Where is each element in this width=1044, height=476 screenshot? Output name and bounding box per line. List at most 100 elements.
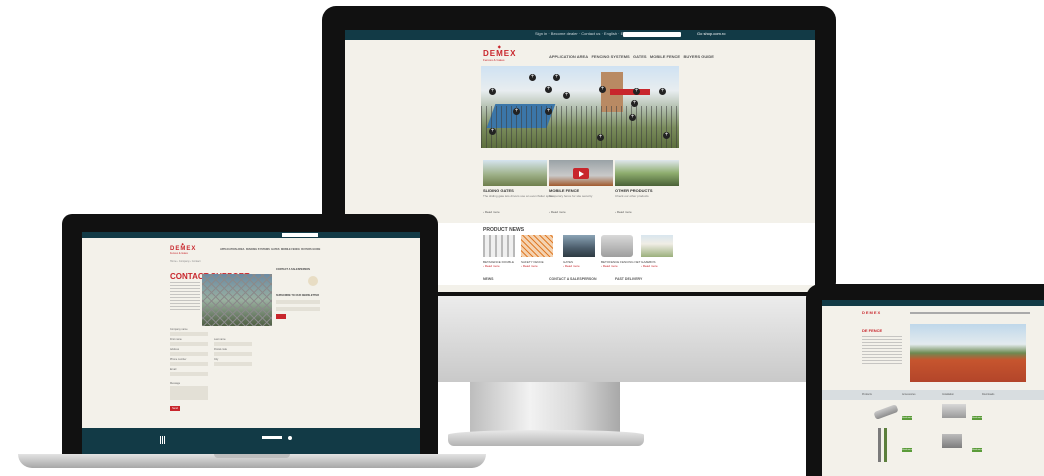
nav-item[interactable]: GATES — [633, 54, 646, 59]
nav-item[interactable]: APPLICATION AREA — [549, 54, 588, 59]
hotspot-plus-icon[interactable]: + — [529, 74, 536, 81]
address-input[interactable] — [170, 352, 208, 356]
tab-products[interactable]: Products — [862, 393, 872, 396]
message-textarea[interactable] — [170, 386, 208, 400]
product-thumb[interactable] — [521, 235, 553, 257]
form-label: Message — [170, 382, 181, 385]
hotspot-plus-icon[interactable]: + — [489, 88, 496, 95]
hotspot-plus-icon[interactable]: + — [663, 132, 670, 139]
imac-foot — [448, 430, 644, 446]
nav-item[interactable]: BUYERS GUIDE — [301, 248, 320, 251]
nav-item[interactable]: GATES — [271, 248, 279, 251]
hotspot-plus-icon[interactable]: + — [599, 86, 606, 93]
promo-title[interactable]: MOBILE FENCE — [549, 188, 579, 193]
search-input[interactable] — [623, 32, 681, 37]
hotspot-plus-icon[interactable]: + — [633, 88, 640, 95]
read-more-button[interactable]: Read more — [972, 416, 982, 420]
promo-title[interactable]: SLIDING GATES — [483, 188, 514, 193]
product-thumb[interactable] — [884, 428, 887, 462]
first-name-input[interactable] — [170, 342, 208, 346]
hero-text-block — [862, 336, 902, 364]
shop-link[interactable]: Go shop.com.ro — [697, 31, 725, 36]
read-more-link[interactable]: › Read more — [615, 210, 632, 214]
hero-image: + + + + + + + + + + + + + + + — [481, 66, 679, 148]
hotspot-plus-icon[interactable]: + — [629, 114, 636, 121]
product-thumb[interactable] — [942, 434, 962, 448]
top-utility-bar: Sign in · Become dealer · Contact us · E… — [345, 30, 815, 40]
footer-search-input[interactable] — [262, 436, 282, 439]
search-input[interactable] — [282, 233, 318, 237]
tab-installation[interactable]: Installation — [942, 393, 954, 396]
promo-image[interactable] — [615, 160, 679, 186]
nav-item[interactable]: FENCING SYSTEMS — [246, 248, 270, 251]
hotspot-plus-icon[interactable]: + — [659, 88, 666, 95]
site-logo[interactable]: ◆ DEMEX Fences & Gates — [483, 44, 516, 62]
logo-text[interactable]: DEMEX — [862, 310, 881, 315]
newsletter-heading: SUBSCRIBE TO OUR NEWSLETTER — [276, 294, 320, 297]
postal-code-input[interactable] — [214, 352, 252, 356]
last-name-input[interactable] — [214, 342, 252, 346]
promo-text: The sliding gate lets drivers use an eve… — [483, 194, 554, 198]
product-thumb[interactable] — [483, 235, 515, 257]
promo-text: Check our other products — [615, 194, 649, 198]
read-more-button[interactable]: Read more — [902, 416, 912, 420]
play-video-icon[interactable] — [573, 168, 589, 179]
promo-image[interactable] — [483, 160, 547, 186]
hotspot-plus-icon[interactable]: + — [513, 108, 520, 115]
tab-accessories[interactable]: Accessories — [902, 393, 915, 396]
company-input[interactable] — [170, 332, 208, 336]
phone-input[interactable] — [170, 362, 208, 366]
main-nav: APPLICATION AREA FENCING SYSTEMS GATES M… — [549, 54, 714, 59]
subscribe-button[interactable] — [276, 314, 286, 319]
nav-item[interactable]: BUYERS GUIDE — [683, 54, 713, 59]
hotspot-plus-icon[interactable]: + — [545, 86, 552, 93]
logo-tagline: Fences & Gates — [483, 58, 505, 62]
nav-item[interactable]: FENCING SYSTEMS — [591, 54, 629, 59]
hotspot-plus-icon[interactable]: + — [563, 92, 570, 99]
read-more-link[interactable]: › Read more — [521, 264, 538, 268]
read-more-link[interactable]: › Read more — [563, 264, 580, 268]
read-more-button[interactable]: Read more — [972, 448, 982, 452]
nav-item[interactable]: APPLICATION AREA — [220, 248, 244, 251]
hotspot-plus-icon[interactable]: + — [553, 74, 560, 81]
main-nav: APPLICATION AREA FENCING SYSTEMS GATES M… — [220, 248, 320, 251]
nav-item[interactable]: MOBILE FENCE — [650, 54, 680, 59]
tablet-screen: DEMEX DE FENCE Products Accessories Inst… — [822, 300, 1044, 476]
read-more-link[interactable]: › Read more — [601, 264, 618, 268]
footer-col-contact: CONTACT A SALESPERSON — [549, 277, 597, 281]
promo-image[interactable] — [549, 160, 613, 186]
read-more-link[interactable]: › Read more — [483, 210, 500, 214]
newsletter-name-input[interactable] — [276, 300, 320, 304]
main-nav[interactable] — [910, 312, 1030, 314]
hero-title: DE FENCE — [862, 328, 883, 333]
hotspot-plus-icon[interactable]: + — [545, 108, 552, 115]
read-more-link[interactable]: › Read more — [549, 210, 566, 214]
nav-item[interactable]: MOBILE FENCE — [281, 248, 300, 251]
utility-links[interactable]: Sign in · Become dealer · Contact us · E… — [535, 31, 629, 36]
form-label: Email — [170, 368, 177, 371]
product-thumb[interactable] — [878, 428, 881, 462]
tab-downloads[interactable]: Downloads — [982, 393, 994, 396]
newsletter-email-input[interactable] — [276, 307, 320, 311]
read-more-link[interactable]: › Read more — [641, 264, 658, 268]
product-thumb[interactable] — [873, 404, 899, 420]
breadcrumb[interactable]: Home › Company › Contact — [170, 260, 200, 263]
read-more-link[interactable]: › Read more — [483, 264, 500, 268]
hotspot-plus-icon[interactable]: + — [489, 128, 496, 135]
logo-text: DEMEX — [483, 49, 517, 58]
read-more-button[interactable]: Read more — [902, 448, 912, 452]
send-button[interactable]: Send — [170, 406, 180, 411]
hotspot-plus-icon[interactable]: + — [631, 100, 638, 107]
promo-title[interactable]: OTHER PRODUCTS — [615, 188, 653, 193]
product-thumb[interactable] — [641, 235, 673, 257]
product-thumb[interactable] — [942, 404, 966, 418]
promo-text: Temporary fence for site security — [549, 194, 593, 198]
laptop-notch — [214, 454, 290, 458]
product-thumb[interactable] — [601, 235, 633, 257]
email-input[interactable] — [170, 372, 208, 376]
footer-contact-icon[interactable] — [288, 436, 292, 440]
city-input[interactable] — [214, 362, 252, 366]
site-logo[interactable]: ◆ DEMEX Fences & Gates — [170, 242, 196, 255]
hotspot-plus-icon[interactable]: + — [597, 134, 604, 141]
product-thumb[interactable] — [563, 235, 595, 257]
